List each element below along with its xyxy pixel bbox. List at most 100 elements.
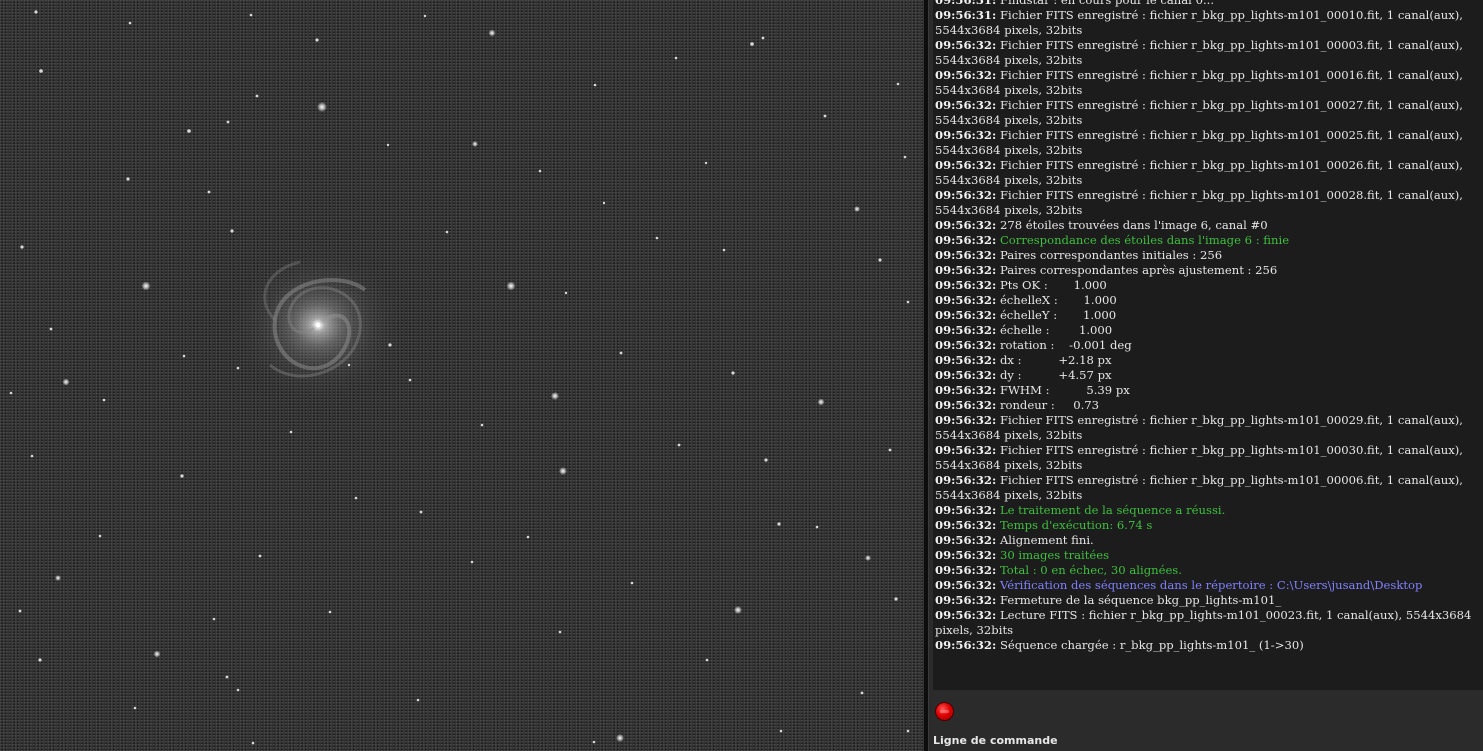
log-timestamp: 09:56:32: (935, 233, 997, 247)
log-message: Paires correspondantes initiales : 256 (999, 248, 1223, 262)
log-timestamp: 09:56:31: (935, 0, 997, 7)
log-timestamp: 09:56:32: (935, 38, 997, 52)
log-message: 5544x3684 pixels, 32bits (935, 173, 1083, 187)
log-line: 09:56:32: Fichier FITS enregistré : fich… (935, 158, 1483, 173)
log-message: échelleX : 1.000 (999, 293, 1117, 307)
galaxy (226, 243, 410, 407)
log-line: 09:56:32: Correspondance des étoiles dan… (935, 233, 1483, 248)
log-timestamp: 09:56:32: (935, 593, 997, 607)
log-message: Paires correspondantes après ajustement … (999, 263, 1278, 277)
log-message: Fichier FITS enregistré : fichier r_bkg_… (999, 128, 1463, 142)
log-line: 09:56:32: Fichier FITS enregistré : fich… (935, 443, 1483, 458)
log-message: 5544x3684 pixels, 32bits (935, 458, 1083, 472)
log-timestamp: 09:56:32: (935, 608, 997, 622)
log-line: 09:56:32: Paires correspondantes après a… (935, 263, 1483, 278)
console-log[interactable]: 09:56:31: Findstar : en cours pour le ca… (933, 0, 1483, 690)
log-timestamp: 09:56:32: (935, 398, 997, 412)
log-line: 09:56:31: Fichier FITS enregistré : fich… (935, 8, 1483, 23)
stop-icon[interactable] (935, 702, 954, 721)
log-message: Fichier FITS enregistré : fichier r_bkg_… (999, 443, 1463, 457)
log-message: Fichier FITS enregistré : fichier r_bkg_… (999, 413, 1463, 427)
log-message: Findstar : en cours pour le canal 0... (999, 0, 1215, 7)
log-line: 09:56:32: rotation : -0.001 deg (935, 338, 1483, 353)
console-log-content: 09:56:31: Findstar : en cours pour le ca… (935, 0, 1483, 653)
log-line: 5544x3684 pixels, 32bits (935, 458, 1483, 473)
log-line: 09:56:32: Temps d'exécution: 6.74 s (935, 518, 1483, 533)
log-line: 09:56:32: Total : 0 en échec, 30 alignée… (935, 563, 1483, 578)
log-line: 09:56:31: Findstar : en cours pour le ca… (935, 0, 1483, 8)
log-message: Fichier FITS enregistré : fichier r_bkg_… (999, 68, 1463, 82)
log-message: Fichier FITS enregistré : fichier r_bkg_… (999, 98, 1463, 112)
log-timestamp: 09:56:32: (935, 548, 997, 562)
log-timestamp: 09:56:32: (935, 383, 997, 397)
log-message: dy : +4.57 px (999, 368, 1112, 382)
log-line: 09:56:32: Lecture FITS : fichier r_bkg_p… (935, 608, 1483, 623)
log-line: 09:56:32: Fermeture de la séquence bkg_p… (935, 593, 1483, 608)
log-line: 09:56:32: Vérification des séquences dan… (935, 578, 1483, 593)
log-timestamp: 09:56:32: (935, 308, 997, 322)
log-line: 5544x3684 pixels, 32bits (935, 83, 1483, 98)
log-line: 5544x3684 pixels, 32bits (935, 53, 1483, 68)
log-timestamp: 09:56:32: (935, 158, 997, 172)
log-message: Le traitement de la séquence a réussi. (999, 503, 1226, 517)
log-message: Correspondance des étoiles dans l'image … (999, 233, 1290, 247)
log-message: pixels, 32bits (935, 623, 1014, 637)
log-timestamp: 09:56:32: (935, 98, 997, 112)
log-timestamp: 09:56:32: (935, 188, 997, 202)
log-timestamp: 09:56:32: (935, 518, 997, 532)
log-message: échelleY : 1.000 (999, 308, 1117, 322)
log-line: 09:56:32: Fichier FITS enregistré : fich… (935, 68, 1483, 83)
log-message: Temps d'exécution: 6.74 s (999, 518, 1153, 532)
log-line: 09:56:32: Fichier FITS enregistré : fich… (935, 473, 1483, 488)
command-line-label: Ligne de commande (933, 734, 1058, 747)
log-timestamp: 09:56:32: (935, 368, 997, 382)
log-timestamp: 09:56:32: (935, 578, 997, 592)
log-timestamp: 09:56:32: (935, 128, 997, 142)
log-message: 5544x3684 pixels, 32bits (935, 23, 1083, 37)
log-line: 09:56:32: Paires correspondantes initial… (935, 248, 1483, 263)
log-line: 5544x3684 pixels, 32bits (935, 203, 1483, 218)
log-line: pixels, 32bits (935, 623, 1483, 638)
log-timestamp: 09:56:32: (935, 218, 997, 232)
log-line: 09:56:32: 278 étoiles trouvées dans l'im… (935, 218, 1483, 233)
log-line: 09:56:32: Fichier FITS enregistré : fich… (935, 98, 1483, 113)
log-line: 09:56:32: échelleX : 1.000 (935, 293, 1483, 308)
log-message: 5544x3684 pixels, 32bits (935, 203, 1083, 217)
log-message: 5544x3684 pixels, 32bits (935, 113, 1083, 127)
log-message: Pts OK : 1.000 (999, 278, 1107, 292)
log-line: 09:56:32: Séquence chargée : r_bkg_pp_li… (935, 638, 1483, 653)
log-message: Fichier FITS enregistré : fichier r_bkg_… (999, 473, 1463, 487)
log-line: 09:56:32: Fichier FITS enregistré : fich… (935, 38, 1483, 53)
log-line: 09:56:32: Pts OK : 1.000 (935, 278, 1483, 293)
log-line: 09:56:32: Fichier FITS enregistré : fich… (935, 188, 1483, 203)
log-line: 09:56:32: dx : +2.18 px (935, 353, 1483, 368)
log-line: 5544x3684 pixels, 32bits (935, 428, 1483, 443)
log-line: 5544x3684 pixels, 32bits (935, 173, 1483, 188)
log-message: 5544x3684 pixels, 32bits (935, 428, 1083, 442)
log-message: Lecture FITS : fichier r_bkg_pp_lights-m… (999, 608, 1472, 622)
log-line: 5544x3684 pixels, 32bits (935, 113, 1483, 128)
log-message: Total : 0 en échec, 30 alignées. (999, 563, 1182, 577)
log-timestamp: 09:56:32: (935, 638, 997, 652)
log-message: échelle : 1.000 (999, 323, 1113, 337)
app-window: 09:56:31: Findstar : en cours pour le ca… (0, 0, 1483, 751)
stop-icon-highlight (940, 710, 949, 713)
log-message: Fichier FITS enregistré : fichier r_bkg_… (999, 8, 1463, 22)
log-message: Séquence chargée : r_bkg_pp_lights-m101_… (999, 638, 1304, 652)
log-message: 5544x3684 pixels, 32bits (935, 53, 1083, 67)
star-field (9, 10, 910, 745)
log-message: 5544x3684 pixels, 32bits (935, 83, 1083, 97)
log-line: 09:56:32: FWHM : 5.39 px (935, 383, 1483, 398)
image-viewer[interactable] (0, 0, 924, 751)
log-message: rondeur : 0.73 (999, 398, 1100, 412)
log-timestamp: 09:56:32: (935, 263, 997, 277)
log-timestamp: 09:56:32: (935, 533, 997, 547)
log-timestamp: 09:56:32: (935, 323, 997, 337)
log-message: Vérification des séquences dans le réper… (999, 578, 1423, 592)
bright-stars (55, 29, 871, 742)
log-message: 5544x3684 pixels, 32bits (935, 143, 1083, 157)
log-message: Fichier FITS enregistré : fichier r_bkg_… (999, 188, 1463, 202)
log-timestamp: 09:56:32: (935, 473, 997, 487)
log-line: 09:56:32: Fichier FITS enregistré : fich… (935, 413, 1483, 428)
log-message: dx : +2.18 px (999, 353, 1112, 367)
